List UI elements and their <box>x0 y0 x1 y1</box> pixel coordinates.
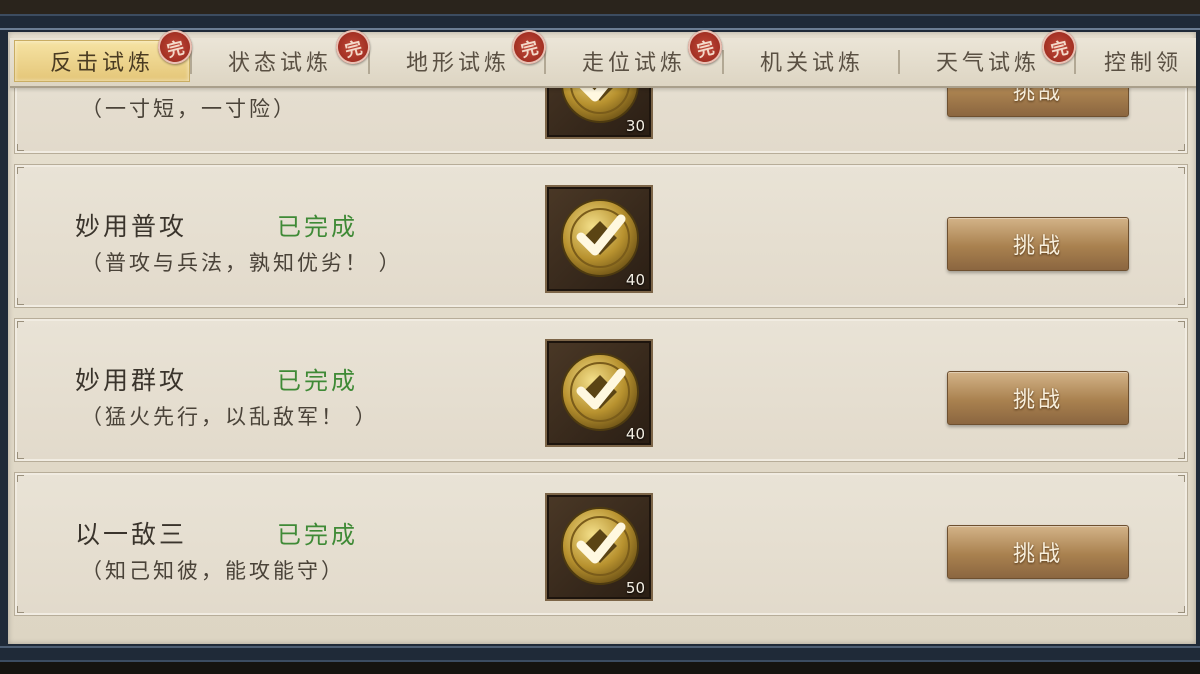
gold-coin-checkmark-icon <box>561 199 639 277</box>
tab-control-trial[interactable]: 控制领 <box>1076 40 1196 82</box>
row-corner <box>1178 475 1185 482</box>
row-corner <box>1178 298 1185 305</box>
trial-desc: （一寸短，一寸险） <box>81 97 297 121</box>
row-corner <box>17 321 24 328</box>
reward-count: 40 <box>625 271 645 289</box>
row-corner <box>1178 321 1185 328</box>
reward-count: 40 <box>625 425 645 443</box>
frame-bottom-line <box>0 646 1200 648</box>
trial-status: 已完成 <box>277 521 358 549</box>
trial-status: 已完成 <box>277 367 358 395</box>
trial-name: 妙用普攻 <box>75 212 188 241</box>
challenge-button[interactable]: 挑战 <box>947 371 1129 425</box>
challenge-button[interactable]: 挑战 <box>947 525 1129 579</box>
reward-slot[interactable]: 50 <box>545 493 653 601</box>
row-corner <box>17 452 24 459</box>
trial-desc: （猛火先行，以乱敌军！ ） <box>81 405 379 429</box>
tab-label: 天气试炼 <box>935 51 1040 76</box>
trial-desc: （知己知彼，能攻能守） <box>81 559 345 583</box>
trial-row: 妙用群攻 已完成 （猛火先行，以乱敌军！ ） 40 挑战 <box>14 318 1188 462</box>
row-corner <box>17 167 24 174</box>
row-corner <box>1178 167 1185 174</box>
reward-slot[interactable]: 40 <box>545 185 653 293</box>
trial-tab-bar: 反击试炼 完 状态试炼 完 地形试炼 完 走位试炼 完 机关试炼 天气试炼 完 … <box>10 26 1196 88</box>
trial-status: 已完成 <box>277 213 358 241</box>
tab-mechanism-trial[interactable]: 机关试炼 <box>724 40 900 82</box>
trial-desc: （普攻与兵法，孰知优劣！ ） <box>81 251 403 275</box>
row-corner <box>17 144 24 151</box>
row-corner <box>1178 452 1185 459</box>
trial-list[interactable]: （一寸短，一寸险） 30 挑战 妙用普攻 已完成 （普攻与兵法，孰知优劣！ ） … <box>0 86 1200 644</box>
row-corner <box>1178 144 1185 151</box>
trial-row: 妙用普攻 已完成 （普攻与兵法，孰知优劣！ ） 40 挑战 <box>14 164 1188 308</box>
tab-label: 控制领 <box>1104 51 1183 76</box>
gold-coin-checkmark-icon <box>561 507 639 585</box>
row-corner <box>17 475 24 482</box>
tab-label: 地形试炼 <box>405 51 510 76</box>
reward-slot[interactable]: 30 <box>545 86 653 139</box>
reward-count: 30 <box>625 117 645 135</box>
trial-name: 妙用群攻 <box>75 366 188 395</box>
reward-slot[interactable]: 40 <box>545 339 653 447</box>
challenge-button[interactable]: 挑战 <box>947 86 1129 117</box>
challenge-button[interactable]: 挑战 <box>947 217 1129 271</box>
tab-label: 机关试炼 <box>759 51 864 76</box>
trial-name: 以一敌三 <box>75 520 188 549</box>
tab-label: 反击试炼 <box>49 51 154 76</box>
gold-coin-checkmark-icon <box>561 353 639 431</box>
trial-row: （一寸短，一寸险） 30 挑战 <box>14 86 1188 154</box>
game-screen: （一寸短，一寸险） 30 挑战 妙用普攻 已完成 （普攻与兵法，孰知优劣！ ） … <box>0 0 1200 674</box>
tab-label: 状态试炼 <box>227 51 332 76</box>
row-corner <box>17 298 24 305</box>
row-corner <box>17 606 24 613</box>
reward-count: 50 <box>625 579 645 597</box>
row-corner <box>1178 606 1185 613</box>
tab-label: 走位试炼 <box>581 51 686 76</box>
trial-row: 以一敌三 已完成 （知己知彼，能攻能守） 50 挑战 <box>14 472 1188 616</box>
